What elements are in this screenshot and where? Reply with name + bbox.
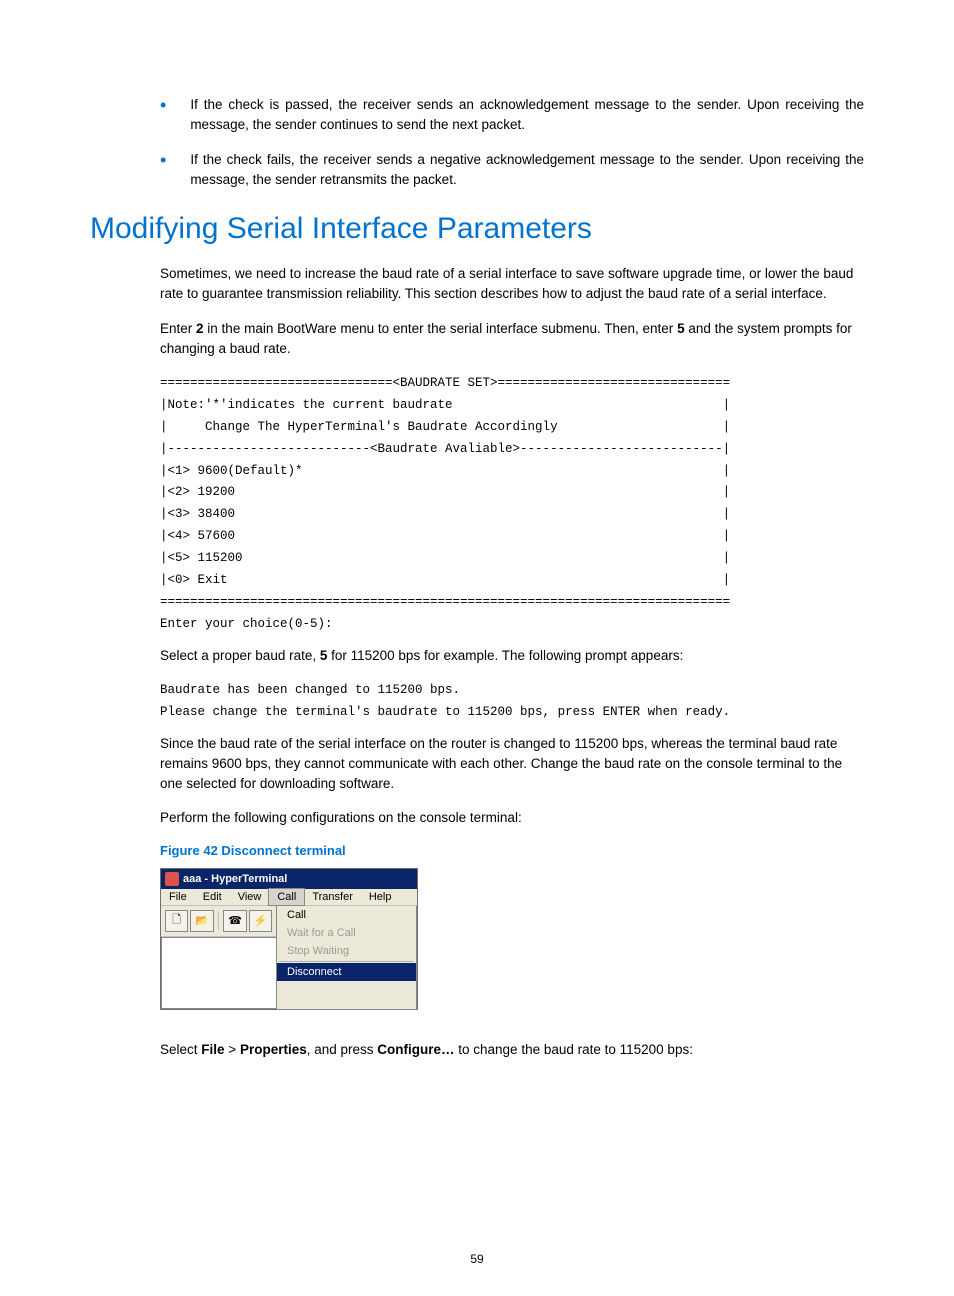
app-icon (165, 872, 179, 886)
figure-caption: Figure 42 Disconnect terminal (160, 843, 864, 858)
dropdown-item-stop: Stop Waiting (277, 942, 416, 960)
menu-edit[interactable]: Edit (195, 889, 230, 905)
left-pane: 🗋 📂 ☎ ⚡ (161, 906, 276, 1009)
bullet-item: • If the check fails, the receiver sends… (90, 150, 864, 191)
text: > (225, 1042, 240, 1057)
hyperterminal-window: aaa - HyperTerminal File Edit View Call … (160, 868, 418, 1010)
page-number: 59 (0, 1252, 954, 1266)
separator-icon (218, 912, 220, 930)
document-page: • If the check is passed, the receiver s… (0, 0, 954, 1296)
bold-text: Configure… (377, 1042, 454, 1057)
toolbar: 🗋 📂 ☎ ⚡ (161, 906, 276, 937)
bold-text: Properties (240, 1042, 307, 1057)
bullet-dot-icon: • (160, 95, 166, 136)
new-file-icon[interactable]: 🗋 (165, 910, 188, 932)
call-dropdown-menu: Call Wait for a Call Stop Waiting Discon… (276, 906, 417, 1010)
terminal-area (161, 937, 276, 1009)
bullet-text: If the check fails, the receiver sends a… (190, 150, 864, 191)
bullet-dot-icon: • (160, 150, 166, 191)
paragraph: Select File > Properties, and press Conf… (160, 1040, 864, 1060)
dropdown-item-wait: Wait for a Call (277, 924, 416, 942)
bullet-item: • If the check is passed, the receiver s… (90, 95, 864, 136)
bold-text: 5 (677, 321, 685, 336)
dropdown-item-disconnect[interactable]: Disconnect (277, 963, 416, 981)
window-title-bar: aaa - HyperTerminal (161, 869, 417, 889)
disconnect-icon[interactable]: ⚡ (249, 910, 272, 932)
text: Select (160, 1042, 201, 1057)
paragraph: Sometimes, we need to increase the baud … (160, 264, 864, 305)
terminal-output: Baudrate has been changed to 115200 bps.… (160, 680, 864, 724)
menu-call[interactable]: Call (268, 888, 305, 906)
window-title: aaa - HyperTerminal (183, 873, 287, 885)
dropdown-item-call[interactable]: Call (277, 906, 416, 924)
paragraph: Since the baud rate of the serial interf… (160, 734, 864, 795)
menu-view[interactable]: View (230, 889, 270, 905)
paragraph: Select a proper baud rate, 5 for 115200 … (160, 646, 864, 666)
bullet-list: • If the check is passed, the receiver s… (90, 95, 864, 190)
paragraph: Perform the following configurations on … (160, 808, 864, 828)
bullet-text: If the check is passed, the receiver sen… (190, 95, 864, 136)
text: Select a proper baud rate, (160, 648, 320, 663)
text: to change the baud rate to 115200 bps: (455, 1042, 693, 1057)
menu-bar: File Edit View Call Transfer Help (161, 889, 417, 906)
window-body: 🗋 📂 ☎ ⚡ Call Wait for a Call Stop Waitin… (161, 906, 417, 1009)
text: in the main BootWare menu to enter the s… (204, 321, 678, 336)
section-heading: Modifying Serial Interface Parameters (90, 212, 864, 246)
open-file-icon[interactable]: 📂 (190, 910, 213, 932)
menu-file[interactable]: File (161, 889, 195, 905)
terminal-output: ===============================<BAUDRATE… (160, 373, 864, 636)
menu-transfer[interactable]: Transfer (304, 889, 361, 905)
menu-help[interactable]: Help (361, 889, 400, 905)
bold-text: File (201, 1042, 224, 1057)
text: Enter (160, 321, 196, 336)
bold-text: 2 (196, 321, 204, 336)
text: , and press (307, 1042, 378, 1057)
call-icon[interactable]: ☎ (223, 910, 246, 932)
separator-icon (279, 961, 414, 962)
body-block: Sometimes, we need to increase the baud … (90, 264, 864, 1060)
paragraph: Enter 2 in the main BootWare menu to ent… (160, 319, 864, 360)
text: for 115200 bps for example. The followin… (327, 648, 683, 663)
